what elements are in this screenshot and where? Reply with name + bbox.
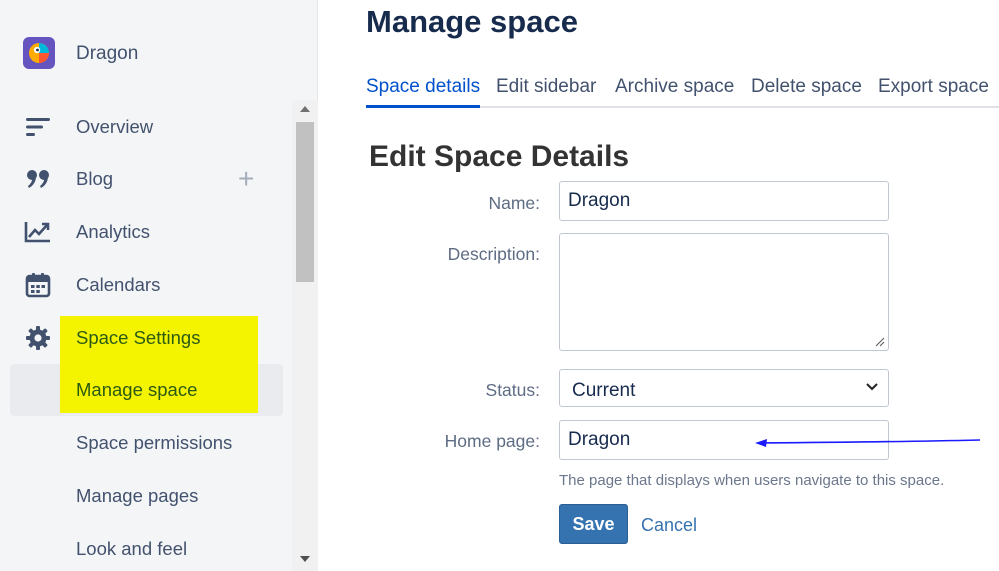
- calendar-icon: [24, 271, 52, 299]
- sidebar-item-manage-pages[interactable]: Manage pages: [10, 470, 283, 522]
- sidebar: Dragon Overview Blog + Analytics Calenda…: [0, 0, 318, 571]
- tab-bar: Space details Edit sidebar Archive space…: [366, 76, 999, 108]
- sidebar-item-overview[interactable]: Overview: [10, 101, 283, 153]
- sidebar-item-space-settings[interactable]: Space Settings: [10, 312, 283, 364]
- sidebar-item-label: Space permissions: [76, 432, 233, 453]
- add-blog-button[interactable]: +: [238, 165, 254, 193]
- overview-lines-icon: [24, 113, 52, 141]
- description-textarea[interactable]: [559, 233, 889, 351]
- resize-grip-icon[interactable]: [875, 337, 885, 347]
- sidebar-item-space-permissions[interactable]: Space permissions: [10, 417, 283, 469]
- status-label: Status:: [485, 380, 540, 400]
- tab-export-space[interactable]: Export space: [878, 76, 989, 106]
- tab-archive-space[interactable]: Archive space: [615, 76, 734, 106]
- gear-icon: [24, 324, 52, 352]
- sidebar-item-label: Analytics: [76, 221, 151, 242]
- scroll-up-arrow-icon[interactable]: [300, 106, 310, 112]
- name-input[interactable]: [559, 181, 889, 221]
- home-page-hint: The page that displays when users naviga…: [559, 472, 945, 489]
- sidebar-item-label: Manage pages: [76, 485, 199, 506]
- space-name[interactable]: Dragon: [76, 43, 138, 65]
- tab-edit-sidebar[interactable]: Edit sidebar: [496, 76, 596, 106]
- sidebar-scrollbar[interactable]: [292, 100, 318, 571]
- save-button[interactable]: Save: [559, 504, 628, 544]
- sidebar-item-analytics[interactable]: Analytics: [10, 206, 283, 258]
- scroll-thumb[interactable]: [296, 122, 314, 282]
- name-label: Name:: [488, 193, 540, 213]
- sidebar-item-label: Look and feel: [76, 538, 188, 559]
- status-selected-value: Current: [572, 380, 636, 401]
- section-title: Edit Space Details: [369, 140, 630, 173]
- sidebar-item-blog[interactable]: Blog +: [10, 153, 283, 205]
- quote-icon: [24, 165, 52, 193]
- description-label: Description:: [447, 244, 540, 264]
- sidebar-item-look-and-feel[interactable]: Look and feel: [10, 523, 283, 571]
- sidebar-item-label: Blog: [76, 168, 114, 189]
- space-logo-icon: [23, 37, 55, 69]
- sidebar-item-label: Space Settings: [76, 327, 201, 348]
- cancel-link[interactable]: Cancel: [641, 515, 697, 536]
- space-header[interactable]: Dragon: [23, 36, 138, 70]
- scroll-down-arrow-icon[interactable]: [300, 556, 310, 562]
- sidebar-item-calendars[interactable]: Calendars: [10, 259, 283, 311]
- sidebar-item-label: Calendars: [76, 274, 161, 295]
- chevron-down-icon: [866, 383, 878, 391]
- annotation-arrow-icon: [755, 439, 981, 447]
- home-page-label: Home page:: [444, 431, 540, 451]
- tab-space-details[interactable]: Space details: [366, 76, 481, 108]
- sidebar-item-label: Overview: [76, 116, 154, 137]
- sidebar-item-manage-space[interactable]: Manage space: [10, 364, 283, 416]
- tab-delete-space[interactable]: Delete space: [751, 76, 862, 106]
- page-title: Manage space: [366, 4, 578, 39]
- sidebar-item-label: Manage space: [76, 379, 198, 400]
- analytics-chart-icon: [24, 218, 52, 246]
- status-select[interactable]: Current: [559, 369, 889, 407]
